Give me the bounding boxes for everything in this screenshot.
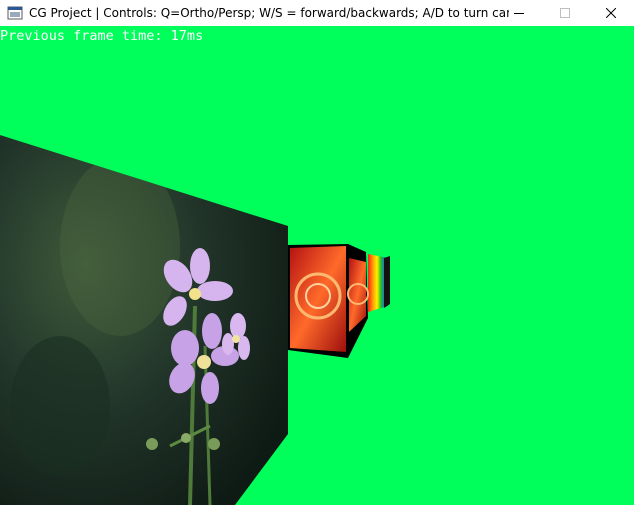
maximize-button[interactable] xyxy=(542,0,588,26)
frame-time-overlay: Previous frame time: 17ms xyxy=(0,28,204,44)
flower-cube xyxy=(0,135,288,505)
rainbow-cube xyxy=(368,254,390,312)
window-title: CG Project | Controls: Q=Ortho/Persp; W/… xyxy=(29,6,509,20)
minimize-icon xyxy=(514,13,524,14)
minimize-button[interactable] xyxy=(496,0,542,26)
close-icon xyxy=(606,8,616,18)
maximize-icon xyxy=(560,8,570,18)
render-viewport[interactable]: Previous frame time: 17ms xyxy=(0,26,634,505)
scene-canvas[interactable] xyxy=(0,26,634,505)
app-window: CG Project | Controls: Q=Ortho/Persp; W/… xyxy=(0,0,634,505)
close-button[interactable] xyxy=(588,0,634,26)
mandala-cube xyxy=(288,244,369,358)
title-bar[interactable]: CG Project | Controls: Q=Ortho/Persp; W/… xyxy=(0,0,634,26)
app-icon xyxy=(7,6,23,20)
